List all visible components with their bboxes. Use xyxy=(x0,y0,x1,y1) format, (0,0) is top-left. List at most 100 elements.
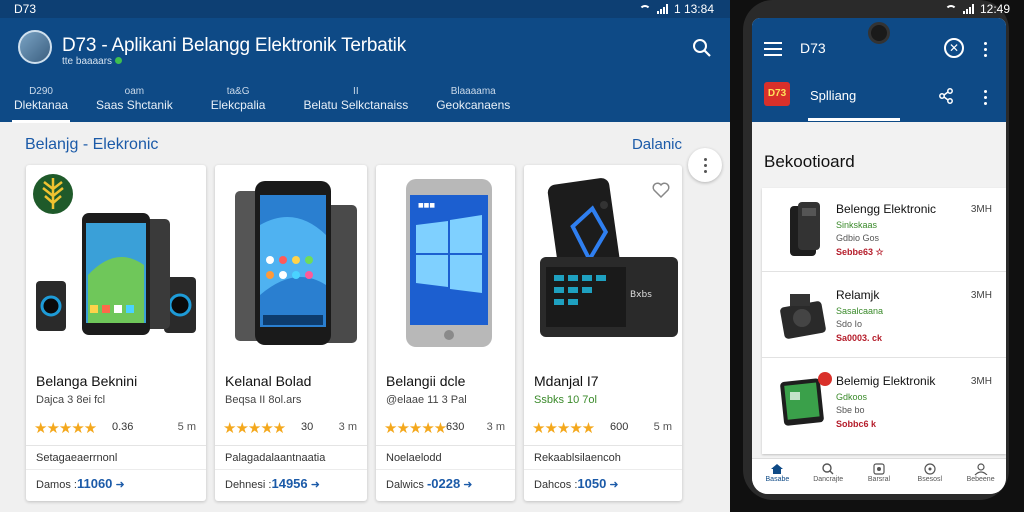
star-rating-icon: ★★★★★ xyxy=(34,420,97,437)
tab-top-label: II xyxy=(353,86,359,97)
avatar[interactable] xyxy=(18,30,52,64)
item-price: Sobbc6 k xyxy=(836,419,877,429)
subtitle-text: tte baaaars xyxy=(62,56,113,67)
item-name: Belengg Elektronic xyxy=(836,202,937,216)
menu-icon[interactable] xyxy=(764,42,782,56)
product-thumbnail xyxy=(790,202,820,256)
search-icon[interactable] xyxy=(692,38,712,58)
item-price: Sa0003. ck xyxy=(836,333,883,343)
product-card[interactable]: Kelanal Bolad Beqsa II 8ol.ars ★★★★★ 30 … xyxy=(215,165,367,501)
phone-product-list: Belengg Elektronic Sinkskaas Gdbio Gos S… xyxy=(762,188,1006,454)
divider xyxy=(26,445,206,446)
product-rating: ★★★★★ 0.36 5 m xyxy=(34,420,196,437)
wifi-icon xyxy=(944,4,957,14)
price-label: Dahcos xyxy=(534,479,572,491)
product-price: Damos :11060 ➜ xyxy=(36,476,125,491)
item-unit: 3MH xyxy=(970,204,992,215)
item-unit: 3MH xyxy=(970,290,992,301)
price-value: -0228 xyxy=(426,476,461,491)
item-meta-secondary: Sbe bo xyxy=(836,405,865,415)
nav-item-home[interactable]: Basabe xyxy=(752,459,803,494)
product-card[interactable]: Bxbs Mdanjal I7 Ssbks 10 7ol ★★★★★ 600 5… xyxy=(524,165,682,501)
divider xyxy=(376,445,515,446)
nav-item-profile[interactable]: Bebeene xyxy=(955,459,1006,494)
close-icon[interactable]: ✕ xyxy=(944,38,964,58)
nav-item-messages[interactable]: Bsesosl xyxy=(904,459,955,494)
status-icons: 1 13:84 xyxy=(638,2,714,16)
nav-item-search[interactable]: Dancrajte xyxy=(803,459,854,494)
status-bar: D73 1 13:84 xyxy=(0,0,730,18)
product-category: Noelaelodd xyxy=(386,452,442,464)
tab-saas[interactable]: oam Saas Shctanik xyxy=(82,84,187,122)
nav-label: Bsesosl xyxy=(917,476,943,483)
price-label: Damos xyxy=(36,479,71,491)
app-logo: D73 xyxy=(764,82,790,106)
rating-unit: 3 m xyxy=(486,421,505,433)
signal-icon xyxy=(656,4,668,14)
carrier-label: D73 xyxy=(14,2,37,16)
product-image xyxy=(235,181,357,345)
product-price: Dalwics -0228 ➜ xyxy=(386,476,473,491)
price-value: 14956 xyxy=(271,476,308,491)
product-name: Belanga Beknini xyxy=(36,373,138,389)
chat-icon xyxy=(924,463,936,475)
product-category: Setagaeaerrnonl xyxy=(36,452,118,464)
phone-tab-label[interactable]: Splliang xyxy=(810,88,856,103)
app-subtitle: tte baaaars xyxy=(62,56,123,67)
product-meta: Dajca 3 8ei fcl xyxy=(36,394,106,406)
list-item[interactable]: Belengg Elektronic Sinkskaas Gdbio Gos S… xyxy=(762,188,1006,272)
divider xyxy=(26,469,206,470)
tab-label: Elekcpalia xyxy=(210,98,266,112)
home-icon xyxy=(771,464,784,474)
nav-label: Basabe xyxy=(765,476,790,483)
price-label: Dehnesi xyxy=(225,479,266,491)
share-icon[interactable] xyxy=(938,88,954,104)
rating-value: 600 xyxy=(610,421,629,433)
svg-text:Bxbs: Bxbs xyxy=(630,290,652,300)
product-name: Belangii dcle xyxy=(386,373,466,389)
divider xyxy=(376,469,515,470)
tab-dlektanaa[interactable]: D290 Dlektanaa xyxy=(0,84,82,123)
product-card[interactable]: Belanga Beknini Dajca 3 8ei fcl ★★★★★ 0.… xyxy=(26,165,206,501)
overflow-menu-icon[interactable] xyxy=(984,42,987,57)
item-price: Sebbe63 ☆ xyxy=(836,247,884,257)
product-price: Dahcos :1050 ➜ xyxy=(534,476,619,491)
list-item[interactable]: Relamjk Sasalcaana Sdo Io Sa0003. ck 3MH xyxy=(762,274,1006,358)
tab-top-label: D290 xyxy=(29,86,53,97)
more-options-button[interactable] xyxy=(688,148,722,182)
notification-badge-icon xyxy=(818,372,832,386)
shipping-icon: ➜ xyxy=(463,479,473,491)
phone-screen: D73 ✕ D73 Splliang Bekootioard Belengg E… xyxy=(752,18,1006,494)
divider xyxy=(215,445,367,446)
rating-value: 630 xyxy=(446,421,465,433)
overflow-menu-icon[interactable] xyxy=(984,90,987,105)
price-value: 11060 xyxy=(76,476,113,491)
nav-item-cart[interactable]: Barsral xyxy=(854,459,905,494)
section-title: Belanjg - Elekronic xyxy=(25,136,159,153)
list-item[interactable]: Belemig Elektronik Gdkoos Sbe bo Sobbc6 … xyxy=(762,360,1006,444)
rating-unit: 5 m xyxy=(177,421,196,433)
product-meta: Ssbks 10 7ol xyxy=(534,394,597,406)
phone-status-bar: 12:49 xyxy=(730,0,1024,18)
shipping-icon: ➜ xyxy=(609,479,619,491)
tab-belatu[interactable]: II Belatu Selkctanaiss xyxy=(289,84,422,122)
status-time: 1 13:84 xyxy=(673,2,714,16)
front-camera xyxy=(868,22,890,44)
section-link[interactable]: Dalanic xyxy=(632,136,682,153)
item-meta: Sinkskaas xyxy=(836,220,878,230)
product-card[interactable]: ■■■ Belangii dcle @elaae 11 3 Pal ★★★★★ … xyxy=(376,165,515,501)
nav-label: Barsral xyxy=(867,476,891,483)
tab-geokcanaens[interactable]: Blaaaama Geokcanaens xyxy=(422,84,524,122)
price-value: 1050 xyxy=(577,476,607,491)
phone-time: 12:49 xyxy=(979,2,1010,16)
bottom-navigation: Basabe Dancrajte Barsral Bsesosl Bebeene xyxy=(752,458,1006,494)
item-name: Belemig Elektronik xyxy=(836,374,936,388)
category-tabs: D290 Dlektanaa oam Saas Shctanik ta&G Elekc… xyxy=(0,84,524,123)
item-meta: Gdkoos xyxy=(836,392,868,402)
product-rating: ★★★★★ 630 3 m xyxy=(384,420,505,437)
search-icon xyxy=(822,463,834,475)
tab-elekcpalia[interactable]: ta&G Elekcpalia xyxy=(197,84,280,122)
phone-title: D73 xyxy=(800,40,826,56)
divider xyxy=(524,469,682,470)
heart-icon[interactable] xyxy=(652,181,670,199)
